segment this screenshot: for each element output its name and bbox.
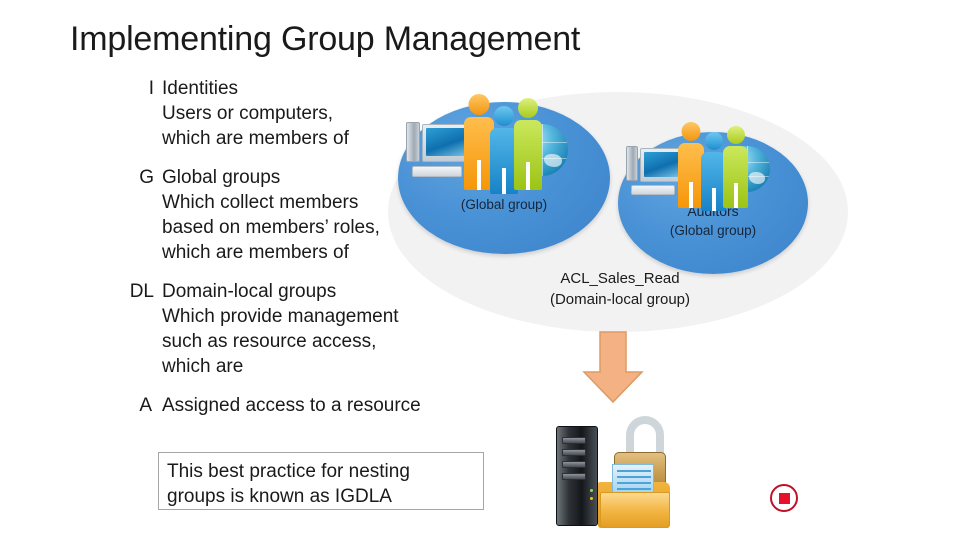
- step-marker: G: [139, 167, 154, 188]
- stop-badge-icon[interactable]: [770, 484, 798, 512]
- folder-icon: [598, 464, 672, 530]
- group-nesting-diagram: Sales (Global group) Auditors (Global gr…: [380, 60, 860, 530]
- people-icon: [514, 98, 542, 190]
- step-marker: A: [139, 395, 152, 416]
- step-marker: I: [148, 78, 154, 99]
- protected-resource-art: [550, 410, 690, 540]
- down-arrow-icon: [580, 330, 646, 406]
- page-title: Implementing Group Management: [70, 20, 581, 58]
- people-icon: [723, 126, 748, 208]
- server-icon: [556, 426, 598, 526]
- auditors-clipart-group: [624, 122, 804, 222]
- domain-local-group-caption: ACL_Sales_Read (Domain-local group): [440, 268, 800, 310]
- domain-local-group-type: (Domain-local group): [549, 291, 691, 308]
- sales-clipart-group: [404, 94, 604, 204]
- stop-square-icon: [778, 492, 790, 504]
- global-group-type: (Global group): [669, 223, 757, 238]
- domain-local-group-name: ACL_Sales_Read: [560, 270, 680, 287]
- step-marker: DL: [129, 281, 154, 302]
